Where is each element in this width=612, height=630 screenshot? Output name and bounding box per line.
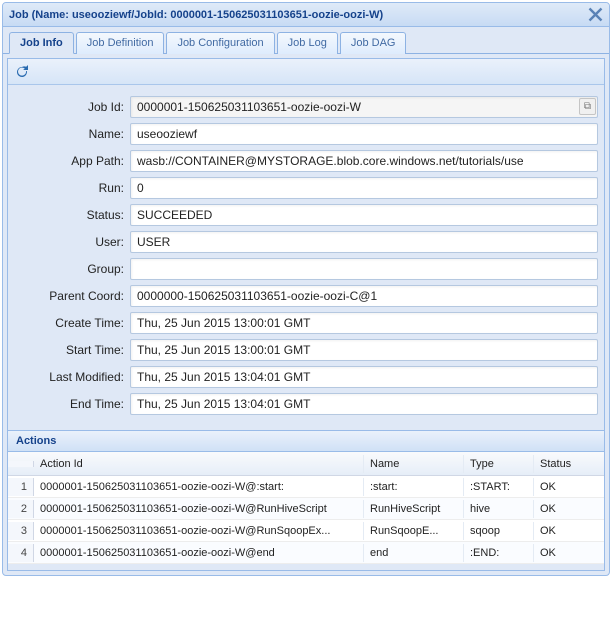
form-input[interactable] xyxy=(130,312,598,334)
form-label: Parent Coord: xyxy=(14,289,130,303)
tab-job-dag[interactable]: Job DAG xyxy=(340,32,407,54)
grid-body: 10000001-150625031103651-oozie-oozi-W@:s… xyxy=(8,476,604,564)
form-row: Parent Coord: xyxy=(14,285,598,307)
actions-grid: Action Id Name Type Status 10000001-1506… xyxy=(8,452,604,564)
form-label: Name: xyxy=(14,127,130,141)
form-input[interactable] xyxy=(130,366,598,388)
cell-name: end xyxy=(364,544,464,562)
cell-rownum: 1 xyxy=(8,478,34,496)
form-row: End Time: xyxy=(14,393,598,415)
form-input[interactable] xyxy=(130,339,598,361)
tabbar: Job Info Job Definition Job Configuratio… xyxy=(3,27,609,54)
cell-action-id: 0000001-150625031103651-oozie-oozi-W@Run… xyxy=(34,500,364,518)
cell-type: sqoop xyxy=(464,522,534,540)
form-input[interactable] xyxy=(130,204,598,226)
col-name[interactable]: Name xyxy=(364,455,464,473)
col-status[interactable]: Status xyxy=(534,455,604,473)
col-action-id[interactable]: Action Id xyxy=(34,455,364,473)
form-label: Create Time: xyxy=(14,316,130,330)
form-label: Start Time: xyxy=(14,343,130,357)
form-label: Job Id: xyxy=(14,100,130,114)
form-label: Group: xyxy=(14,262,130,276)
close-icon[interactable] xyxy=(588,7,603,22)
window-title: Job (Name: useooziewf/JobId: 0000001-150… xyxy=(9,9,588,21)
form-label: Run: xyxy=(14,181,130,195)
form-input[interactable] xyxy=(130,123,598,145)
table-row[interactable]: 40000001-150625031103651-oozie-oozi-W@en… xyxy=(8,542,604,564)
table-row[interactable]: 20000001-150625031103651-oozie-oozi-W@Ru… xyxy=(8,498,604,520)
cell-action-id: 0000001-150625031103651-oozie-oozi-W@Run… xyxy=(34,522,364,540)
form-row: Name: xyxy=(14,123,598,145)
col-rownum xyxy=(8,461,34,467)
form-row: User: xyxy=(14,231,598,253)
form-row: Start Time: xyxy=(14,339,598,361)
form-input[interactable] xyxy=(130,285,598,307)
cell-type: hive xyxy=(464,500,534,518)
form-input[interactable] xyxy=(130,177,598,199)
form-toolbar xyxy=(8,59,604,85)
tab-content: Job Id: ⧉ Name: App Path: Run: Status: User: Gr… xyxy=(7,58,605,571)
tab-job-info[interactable]: Job Info xyxy=(9,32,74,54)
table-row[interactable]: 30000001-150625031103651-oozie-oozi-W@Ru… xyxy=(8,520,604,542)
cell-status: OK xyxy=(534,522,604,540)
form-row: Run: xyxy=(14,177,598,199)
form-row: Job Id: ⧉ xyxy=(14,96,598,118)
field-trigger-icon[interactable]: ⧉ xyxy=(579,98,596,115)
form-label: Status: xyxy=(14,208,130,222)
refresh-icon[interactable] xyxy=(14,64,30,80)
cell-type: :END: xyxy=(464,544,534,562)
cell-name: RunSqoopE... xyxy=(364,522,464,540)
form-label: App Path: xyxy=(14,154,130,168)
form-row: Create Time: xyxy=(14,312,598,334)
form-input[interactable] xyxy=(130,231,598,253)
tab-job-log[interactable]: Job Log xyxy=(277,32,338,54)
form-row: Group: xyxy=(14,258,598,280)
panel-footer xyxy=(8,564,604,570)
titlebar[interactable]: Job (Name: useooziewf/JobId: 0000001-150… xyxy=(3,3,609,27)
cell-type: :START: xyxy=(464,478,534,496)
form-input[interactable] xyxy=(130,150,598,172)
cell-status: OK xyxy=(534,478,604,496)
tab-job-definition[interactable]: Job Definition xyxy=(76,32,165,54)
form-row: Status: xyxy=(14,204,598,226)
form-trigger-wrap: ⧉ xyxy=(130,96,598,118)
form-input[interactable] xyxy=(130,258,598,280)
cell-rownum: 2 xyxy=(8,500,34,518)
form-row: App Path: xyxy=(14,150,598,172)
job-dialog: Job (Name: useooziewf/JobId: 0000001-150… xyxy=(2,2,610,576)
tab-job-configuration[interactable]: Job Configuration xyxy=(166,32,274,54)
actions-header: Actions xyxy=(8,430,604,452)
cell-rownum: 3 xyxy=(8,522,34,540)
col-type[interactable]: Type xyxy=(464,455,534,473)
cell-action-id: 0000001-150625031103651-oozie-oozi-W@end xyxy=(34,544,364,562)
cell-status: OK xyxy=(534,500,604,518)
form-row: Last Modified: xyxy=(14,366,598,388)
form-input[interactable] xyxy=(130,96,598,118)
cell-status: OK xyxy=(534,544,604,562)
form-label: User: xyxy=(14,235,130,249)
grid-header: Action Id Name Type Status xyxy=(8,452,604,476)
form-label: End Time: xyxy=(14,397,130,411)
job-info-panel: Job Id: ⧉ Name: App Path: Run: Status: User: Gr… xyxy=(8,59,604,430)
form-input[interactable] xyxy=(130,393,598,415)
job-info-form: Job Id: ⧉ Name: App Path: Run: Status: User: Gr… xyxy=(8,85,604,430)
cell-action-id: 0000001-150625031103651-oozie-oozi-W@:st… xyxy=(34,478,364,496)
table-row[interactable]: 10000001-150625031103651-oozie-oozi-W@:s… xyxy=(8,476,604,498)
cell-name: RunHiveScript xyxy=(364,500,464,518)
cell-name: :start: xyxy=(364,478,464,496)
form-label: Last Modified: xyxy=(14,370,130,384)
cell-rownum: 4 xyxy=(8,544,34,562)
